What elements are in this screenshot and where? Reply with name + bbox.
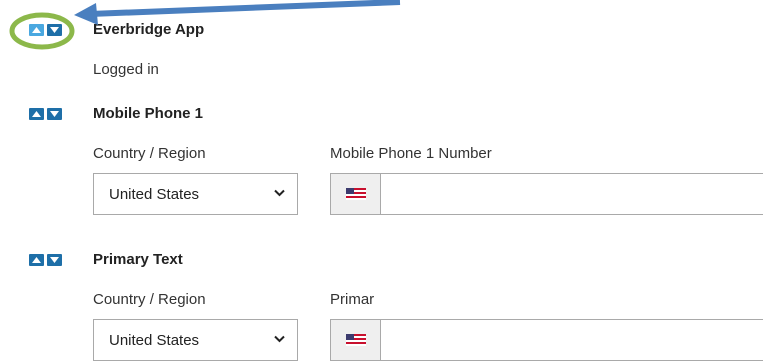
number-label: Mobile Phone 1 Number xyxy=(330,145,492,162)
number-label: Primar xyxy=(330,291,375,308)
country-select-value: United States xyxy=(109,331,200,349)
reorder-buttons xyxy=(29,108,62,120)
caret-up-icon xyxy=(32,257,41,263)
move-down-button[interactable] xyxy=(47,24,62,36)
country-label: Country / Region xyxy=(93,145,206,162)
phone-number-input[interactable] xyxy=(381,174,763,214)
country-select-value: United States xyxy=(109,185,200,203)
move-up-button[interactable] xyxy=(29,24,44,36)
phone-number-field xyxy=(330,319,763,361)
country-code-button[interactable] xyxy=(331,174,381,214)
phone-number-field xyxy=(330,173,763,215)
reorder-buttons xyxy=(29,254,62,266)
caret-down-icon xyxy=(50,27,59,33)
number-label-clip: Primar xyxy=(330,291,387,311)
section-title: Everbridge App xyxy=(93,21,205,38)
chevron-down-icon xyxy=(274,335,285,343)
caret-down-icon xyxy=(50,257,59,263)
caret-up-icon xyxy=(32,111,41,117)
section-title: Primary Text xyxy=(93,251,183,268)
country-select[interactable]: United States xyxy=(93,173,298,215)
caret-down-icon xyxy=(50,111,59,117)
move-up-button[interactable] xyxy=(29,108,44,120)
reorder-buttons xyxy=(29,24,62,36)
section-title: Mobile Phone 1 xyxy=(93,105,204,122)
us-flag-icon xyxy=(345,188,366,200)
status-text: Logged in xyxy=(93,61,159,78)
move-up-button[interactable] xyxy=(29,254,44,266)
us-flag-icon xyxy=(345,334,366,346)
chevron-down-icon xyxy=(274,189,285,197)
phone-number-input[interactable] xyxy=(381,320,763,360)
move-down-button[interactable] xyxy=(47,108,62,120)
country-label: Country / Region xyxy=(93,291,206,308)
country-code-button[interactable] xyxy=(331,320,381,360)
caret-up-icon xyxy=(32,27,41,33)
arrow-callout xyxy=(89,0,401,17)
country-select[interactable]: United States xyxy=(93,319,298,361)
move-down-button[interactable] xyxy=(47,254,62,266)
